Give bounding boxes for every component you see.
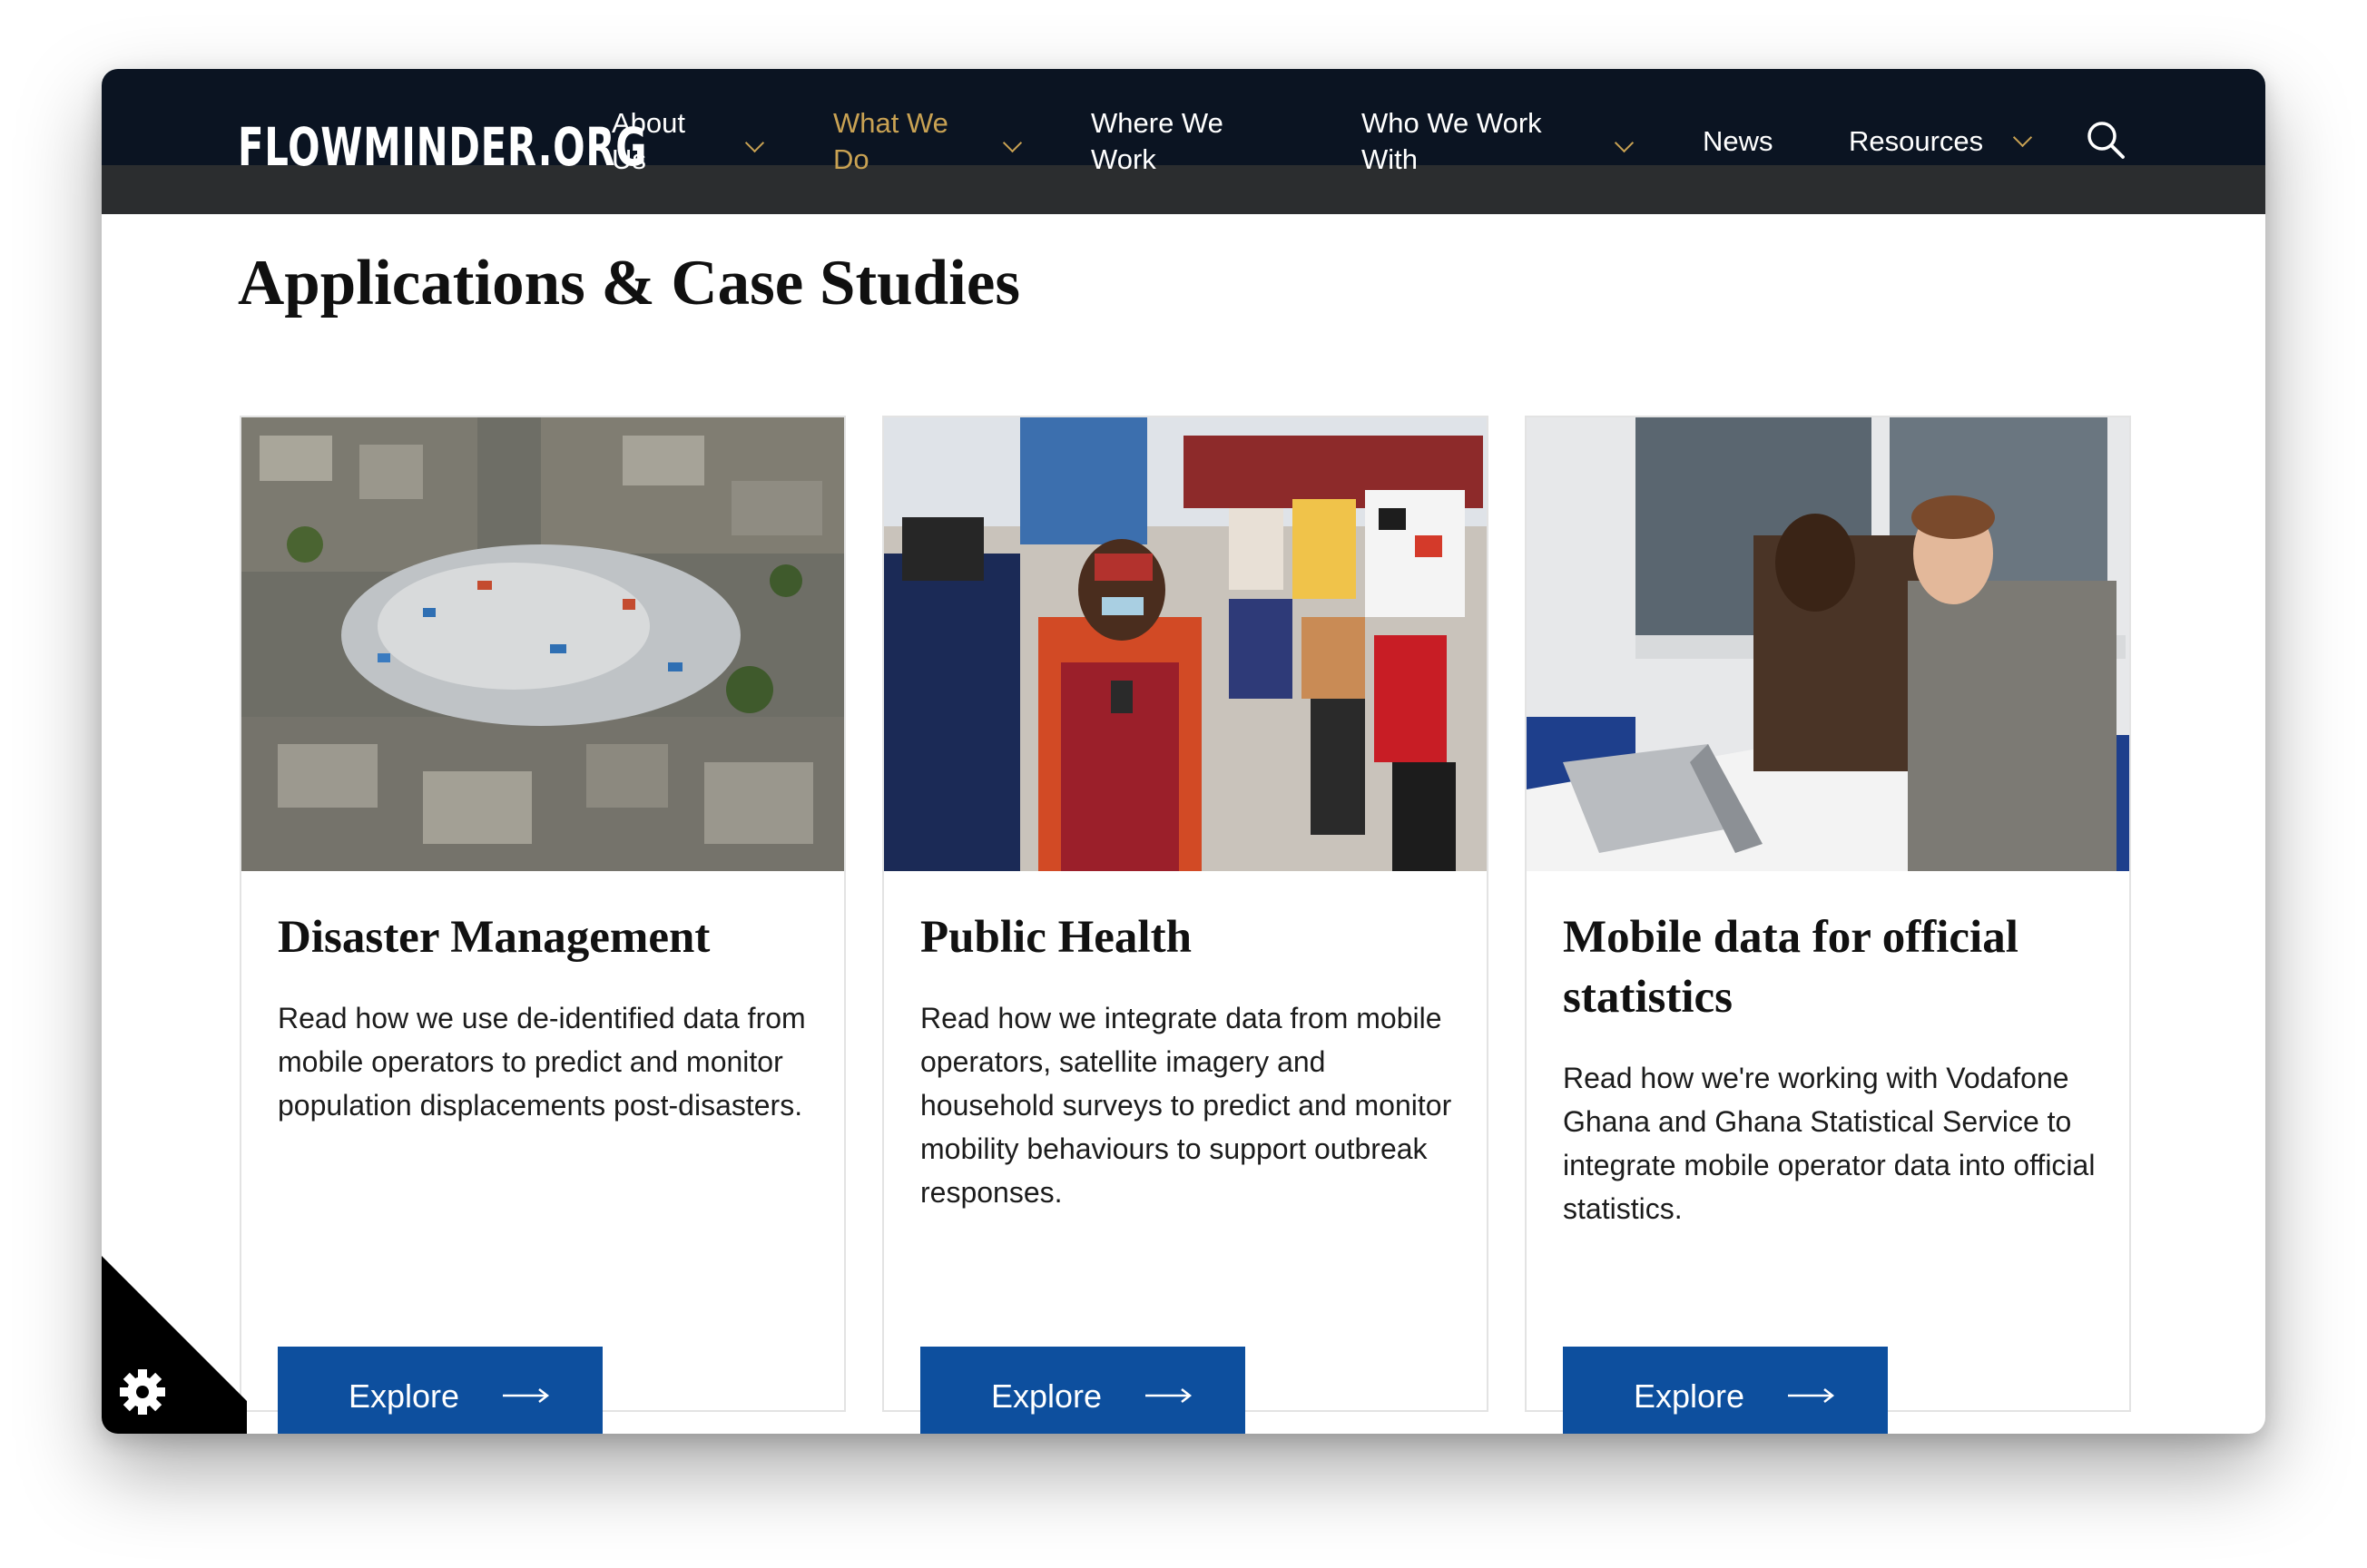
nav-item-what-we-do[interactable]: What We Do <box>833 105 1023 178</box>
nav-item-label: Do <box>833 143 869 175</box>
nav-item-label: Where We <box>1091 107 1223 139</box>
nav-item-who-we-work-with[interactable]: Who We Work With <box>1361 105 1635 178</box>
cookie-settings-toggle[interactable] <box>102 1256 256 1434</box>
explore-button[interactable]: Explore <box>920 1347 1245 1434</box>
case-study-card-disaster-management: Disaster Management Read how we use de-i… <box>240 416 846 1434</box>
nav-item-label: Resources <box>1849 125 1984 157</box>
page-title: Applications & Case Studies <box>238 248 1020 318</box>
arrow-right-icon <box>503 1388 550 1403</box>
card-title: Mobile data for official statistics <box>1563 912 2018 1023</box>
nav-item-resources[interactable]: Resources <box>1849 123 2033 160</box>
card-image-aerial-camp[interactable] <box>241 417 844 871</box>
case-study-card-mobile-data: Mobile data for official statistics Read… <box>1525 416 2131 1434</box>
card-description: Read how we integrate data from mobile o… <box>920 1002 1452 1209</box>
explore-button-label: Explore <box>349 1377 460 1415</box>
explore-button[interactable]: Explore <box>1563 1347 1888 1434</box>
browser-window: FLOWMINDER.ORG About Us What We Do Where… <box>102 69 2265 1434</box>
card-image-market-phone[interactable] <box>884 417 1487 871</box>
nav-item-label: News <box>1703 125 1773 157</box>
case-study-card-public-health: Public Health Read how we integrate data… <box>882 416 1488 1434</box>
card-title: Public Health <box>920 912 1192 963</box>
card-description: Read how we're working with Vodafone Gha… <box>1563 1062 2096 1225</box>
nav-item-label: About <box>612 107 686 139</box>
gear-icon <box>120 1369 165 1415</box>
nav-item-label: What We <box>833 107 948 139</box>
card-description: Read how we use de-identified data from … <box>278 1002 806 1122</box>
nav-item-label: Who We Work <box>1361 107 1542 139</box>
explore-button-label: Explore <box>991 1377 1103 1415</box>
card-image-office-laptop[interactable] <box>1527 417 2129 871</box>
arrow-right-icon <box>1145 1388 1193 1403</box>
nav-item-label: With <box>1361 143 1418 175</box>
nav-item-about-us[interactable]: About Us <box>612 105 765 178</box>
search-button[interactable] <box>2084 118 2129 163</box>
arrow-right-icon <box>1788 1388 1835 1403</box>
nav-item-where-we-work[interactable]: Where We Work <box>1091 105 1223 178</box>
nav-item-label: Us <box>612 143 646 175</box>
nav-item-label: Work <box>1091 143 1156 175</box>
nav-item-news[interactable]: News <box>1703 123 1773 160</box>
explore-button-label: Explore <box>1634 1377 1745 1415</box>
search-icon <box>2087 122 2125 159</box>
card-title: Disaster Management <box>278 912 711 963</box>
site-logo[interactable]: FLOWMINDER.ORG <box>238 111 647 183</box>
explore-button[interactable]: Explore <box>278 1347 603 1434</box>
